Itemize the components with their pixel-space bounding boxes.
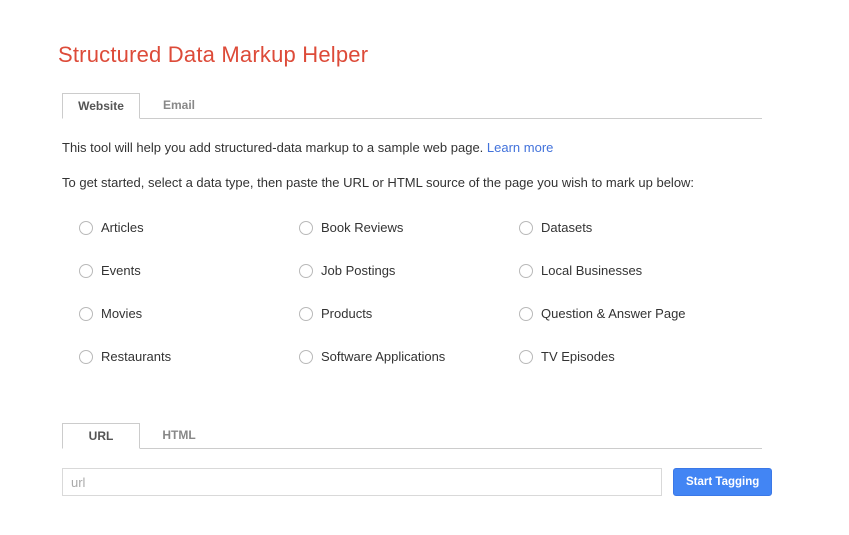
radio-icon[interactable] bbox=[299, 306, 313, 321]
data-type-label: Book Reviews bbox=[321, 220, 404, 235]
data-type-option-book-reviews[interactable]: Book Reviews bbox=[299, 220, 519, 235]
data-type-option-job-postings[interactable]: Job Postings bbox=[299, 263, 519, 278]
learn-more-link[interactable]: Learn more bbox=[487, 140, 553, 155]
intro-text: This tool will help you add structured-d… bbox=[62, 140, 484, 155]
data-type-option-software-applications[interactable]: Software Applications bbox=[299, 349, 519, 364]
radio-icon[interactable] bbox=[519, 349, 533, 364]
data-type-label: Products bbox=[321, 306, 373, 321]
data-type-label: Datasets bbox=[541, 220, 593, 235]
source-tabbar: URL HTML bbox=[62, 422, 762, 449]
data-type-option-question-answer-page[interactable]: Question & Answer Page bbox=[519, 306, 739, 321]
data-type-label: Events bbox=[101, 263, 141, 278]
radio-icon[interactable] bbox=[299, 220, 313, 235]
radio-icon[interactable] bbox=[79, 220, 93, 235]
data-type-option-tv-episodes[interactable]: TV Episodes bbox=[519, 349, 739, 364]
data-type-option-datasets[interactable]: Datasets bbox=[519, 220, 739, 235]
main-tabbar: Website Email bbox=[62, 92, 762, 119]
instruction-paragraph: To get started, select a data type, then… bbox=[62, 175, 695, 190]
radio-icon[interactable] bbox=[519, 263, 533, 278]
url-input-row: Start Tagging bbox=[62, 468, 849, 496]
structured-data-markup-helper-page: Structured Data Markup Helper Website Em… bbox=[0, 0, 849, 496]
url-input[interactable] bbox=[62, 468, 662, 496]
radio-icon[interactable] bbox=[519, 306, 533, 321]
tab-website[interactable]: Website bbox=[62, 93, 140, 119]
radio-icon[interactable] bbox=[299, 263, 313, 278]
data-type-radio-grid: Articles Book Reviews Datasets Events Jo… bbox=[79, 220, 849, 392]
radio-icon[interactable] bbox=[79, 349, 93, 364]
data-type-option-movies[interactable]: Movies bbox=[79, 306, 299, 321]
data-type-option-local-businesses[interactable]: Local Businesses bbox=[519, 263, 739, 278]
radio-icon[interactable] bbox=[519, 220, 533, 235]
tab-url[interactable]: URL bbox=[62, 423, 140, 449]
page-title: Structured Data Markup Helper bbox=[58, 42, 369, 67]
data-type-label: Question & Answer Page bbox=[541, 306, 686, 321]
tab-email[interactable]: Email bbox=[140, 92, 218, 118]
data-type-label: Restaurants bbox=[101, 349, 172, 364]
data-type-label: Local Businesses bbox=[541, 263, 643, 278]
data-type-label: Articles bbox=[101, 220, 144, 235]
data-type-option-events[interactable]: Events bbox=[79, 263, 299, 278]
data-type-option-products[interactable]: Products bbox=[299, 306, 519, 321]
data-type-option-restaurants[interactable]: Restaurants bbox=[79, 349, 299, 364]
data-type-label: TV Episodes bbox=[541, 349, 615, 364]
intro-paragraph: This tool will help you add structured-d… bbox=[62, 140, 849, 155]
start-tagging-button[interactable]: Start Tagging bbox=[673, 468, 773, 496]
radio-icon[interactable] bbox=[79, 306, 93, 321]
tab-html[interactable]: HTML bbox=[140, 422, 218, 448]
radio-icon[interactable] bbox=[299, 349, 313, 364]
data-type-option-articles[interactable]: Articles bbox=[79, 220, 299, 235]
data-type-label: Movies bbox=[101, 306, 143, 321]
data-type-label: Job Postings bbox=[321, 263, 396, 278]
data-type-label: Software Applications bbox=[321, 349, 446, 364]
radio-icon[interactable] bbox=[79, 263, 93, 278]
